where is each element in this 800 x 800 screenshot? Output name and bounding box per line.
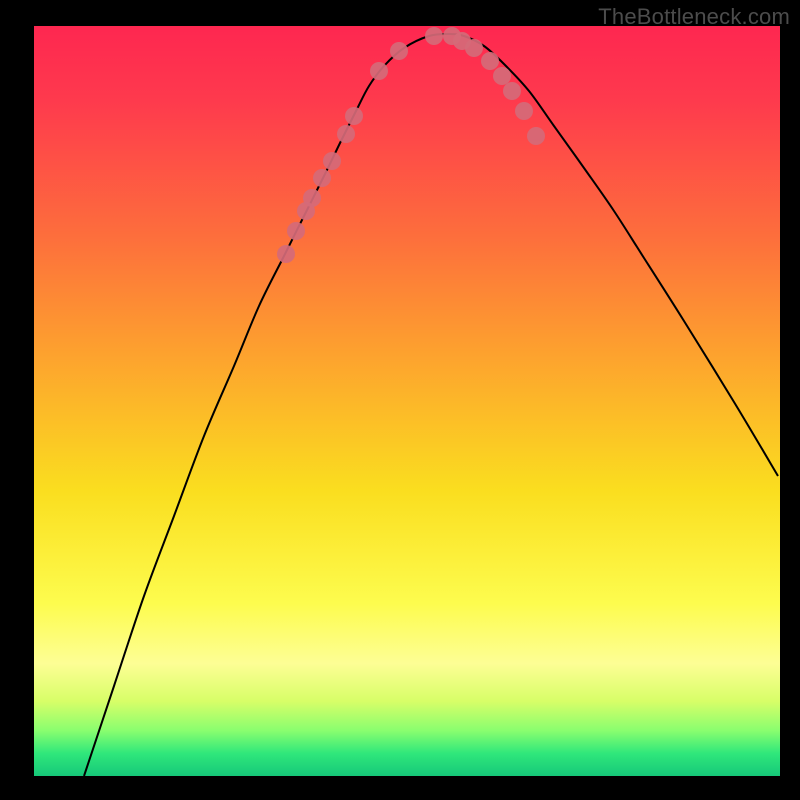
curve-layer — [34, 26, 780, 776]
marker-point — [303, 189, 321, 207]
marker-point — [313, 169, 331, 187]
marker-point — [370, 62, 388, 80]
marker-point — [465, 39, 483, 57]
marker-point — [277, 245, 295, 263]
marker-point — [345, 107, 363, 125]
watermark-text: TheBottleneck.com — [598, 4, 790, 30]
curve-markers — [277, 27, 545, 263]
marker-point — [287, 222, 305, 240]
marker-point — [527, 127, 545, 145]
plot-area — [34, 26, 780, 776]
marker-point — [503, 82, 521, 100]
marker-point — [425, 27, 443, 45]
marker-point — [323, 152, 341, 170]
marker-point — [481, 52, 499, 70]
marker-point — [493, 67, 511, 85]
marker-point — [390, 42, 408, 60]
bottleneck-curve — [84, 34, 778, 776]
marker-point — [515, 102, 533, 120]
marker-point — [337, 125, 355, 143]
chart-frame: TheBottleneck.com — [0, 0, 800, 800]
